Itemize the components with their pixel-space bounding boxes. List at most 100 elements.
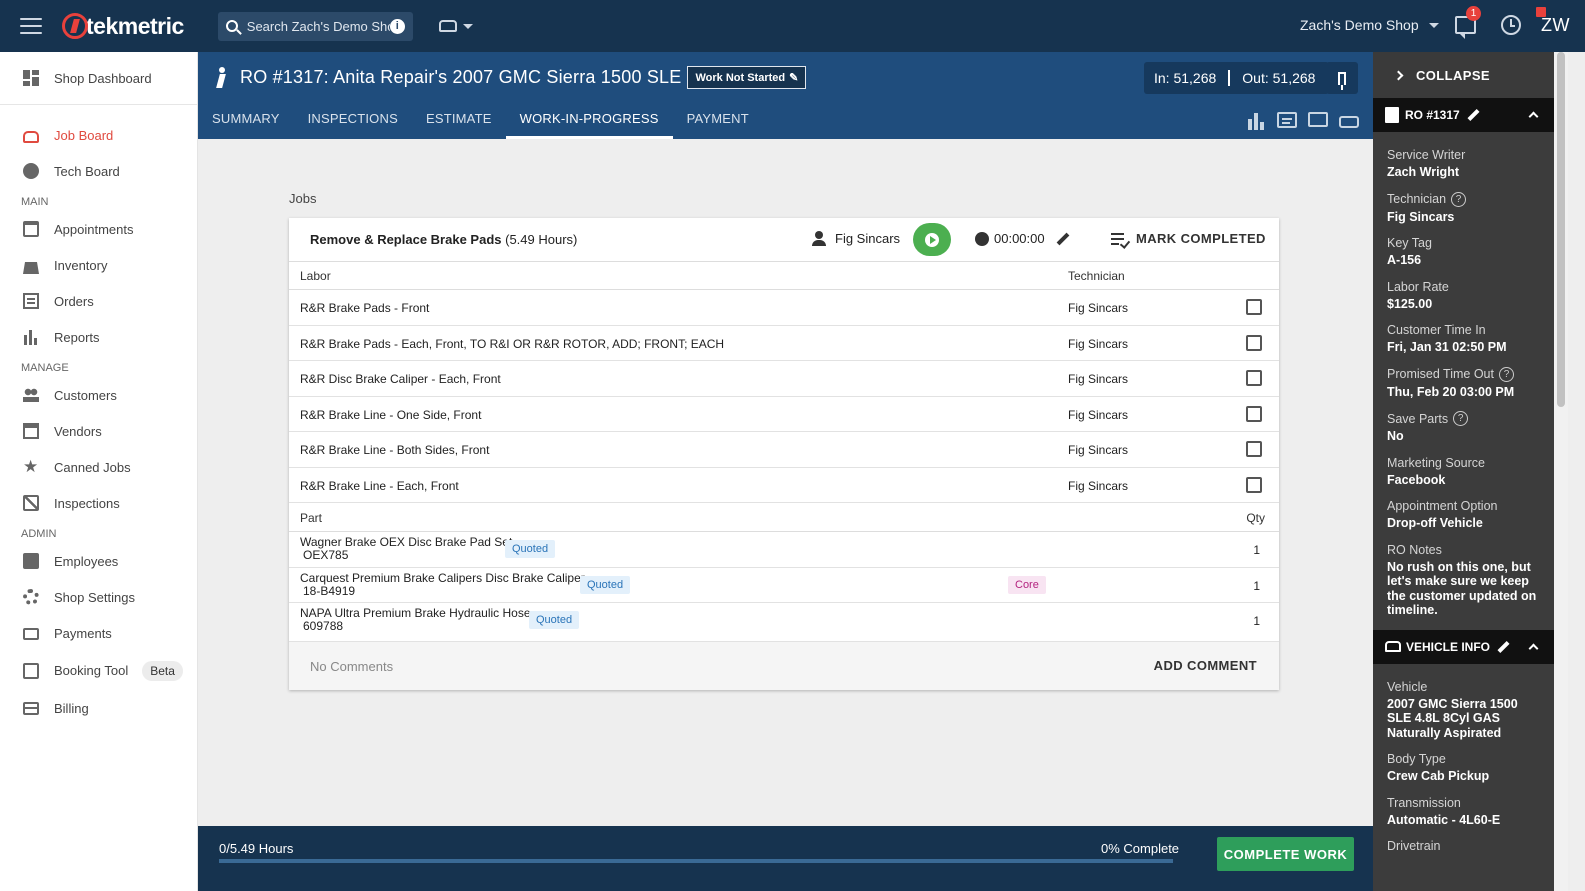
tekmetric-logo[interactable]: tekmetric: [62, 13, 184, 40]
no-comments-text: No Comments: [310, 659, 394, 674]
chat-icon[interactable]: [1277, 112, 1297, 128]
mark-completed-label: MARK COMPLETED: [1136, 231, 1266, 246]
speedometer-icon: [23, 163, 39, 179]
start-timer-button[interactable]: [913, 223, 951, 256]
beta-badge: Beta: [142, 660, 183, 681]
labor-complete-checkbox[interactable]: [1246, 441, 1262, 457]
job-timer: 00:00:00: [975, 231, 1070, 246]
panel-scrollbar[interactable]: [1554, 52, 1568, 891]
mileage-in: In: 51,268: [1154, 70, 1217, 86]
chevron-up-icon[interactable]: [1528, 643, 1539, 653]
labor-technician: Fig Sincars: [1068, 478, 1129, 493]
header-actions: [1246, 112, 1359, 130]
vehicle-info-header[interactable]: VEHICLE INFO: [1373, 629, 1554, 664]
sidebar-item-reports[interactable]: Reports: [0, 319, 197, 355]
field-label: Transmission: [1387, 796, 1540, 810]
sidebar-item-label: Customers: [54, 387, 117, 403]
ro-section-header[interactable]: RO #1317: [1373, 98, 1554, 132]
field-drivetrain: Drivetrain: [1387, 839, 1540, 853]
complete-work-button[interactable]: COMPLETE WORK: [1217, 837, 1354, 871]
labor-complete-checkbox[interactable]: [1246, 405, 1262, 422]
tab-estimate[interactable]: ESTIMATE: [412, 103, 506, 139]
parts-table-header: Part Qty: [289, 503, 1279, 532]
collapse-button[interactable]: COLLAPSE: [1373, 52, 1554, 98]
labor-complete-checkbox[interactable]: [1246, 370, 1262, 386]
part-name: NAPA Ultra Premium Brake Hydraulic Hose …: [300, 607, 531, 633]
section-title-admin: ADMIN: [21, 528, 57, 540]
sidebar-item-job-board[interactable]: Job Board: [0, 117, 197, 153]
sidebar-item-inspections[interactable]: Inspections: [0, 485, 197, 521]
part-number: 609788: [303, 619, 344, 633]
labor-technician: Fig Sincars: [1068, 407, 1129, 422]
sidebar-item-booking-tool[interactable]: Booking Tool Beta: [0, 651, 197, 690]
part-name: Wagner Brake OEX Disc Brake Pad Set OEX7…: [300, 536, 512, 562]
badge-icon: [23, 553, 39, 569]
sidebar-item-vendors[interactable]: Vendors: [0, 413, 197, 449]
technician-selector[interactable]: Fig Sincars: [811, 230, 900, 246]
sidebar-item-appointments[interactable]: Appointments: [0, 211, 197, 247]
scrollbar-thumb[interactable]: [1557, 52, 1565, 407]
pin-button[interactable]: [1326, 62, 1358, 94]
add-comment-button[interactable]: ADD COMMENT: [1154, 658, 1257, 673]
mileage-box[interactable]: In: 51,268 Out: 51,268: [1144, 62, 1330, 94]
sidebar-item-canned-jobs[interactable]: ★ Canned Jobs: [0, 449, 197, 485]
sidebar-item-employees[interactable]: Employees: [0, 543, 197, 579]
job-hours: (5.49 Hours): [505, 232, 578, 247]
tab-payment[interactable]: PAYMENT: [673, 103, 763, 139]
field-value: Fri, Jan 31 02:50 PM: [1387, 340, 1507, 354]
pencil-icon[interactable]: [1497, 640, 1510, 653]
ro-fields: Service Writer Zach Wright Technician? F…: [1373, 132, 1554, 618]
screen-share-icon[interactable]: [1308, 112, 1328, 127]
field-key-tag: Key Tag A-156: [1387, 236, 1540, 268]
help-icon[interactable]: ?: [1451, 191, 1467, 207]
sidebar-item-shop-dashboard[interactable]: Shop Dashboard: [0, 60, 197, 96]
labor-complete-checkbox[interactable]: [1246, 334, 1262, 351]
help-icon[interactable]: ?: [1453, 411, 1469, 426]
search-input[interactable]: Search Zach's Demo Shop i: [217, 11, 413, 41]
labor-description: R&R Brake Line - Each, Front: [300, 478, 459, 493]
field-label-text: Save Parts: [1387, 411, 1449, 426]
help-icon[interactable]: ?: [1498, 366, 1514, 382]
part-qty: 1: [1253, 578, 1260, 593]
tab-summary[interactable]: SUMMARY: [198, 103, 294, 139]
user-avatar[interactable]: ZW: [1541, 15, 1570, 36]
bar-chart-icon[interactable]: [1246, 112, 1266, 130]
stopwatch-icon: [975, 231, 989, 246]
field-transmission: Transmission Automatic - 4L60-E: [1387, 796, 1540, 828]
vehicle-dropdown[interactable]: [438, 20, 473, 32]
quoted-badge: Quoted: [505, 540, 556, 558]
section-title-main: MAIN: [21, 196, 49, 208]
chevron-up-icon[interactable]: [1528, 111, 1539, 122]
work-status-button[interactable]: Work Not Started ✎: [687, 66, 807, 89]
field-label-text: Vehicle: [1387, 679, 1428, 694]
field-save-parts: Save Parts? No: [1387, 411, 1540, 444]
pencil-icon[interactable]: [1467, 108, 1480, 122]
labor-complete-checkbox[interactable]: [1246, 476, 1262, 493]
pencil-icon[interactable]: [1056, 232, 1069, 245]
print-icon[interactable]: [1339, 116, 1359, 128]
job-title: Remove & Replace Brake Pads (5.49 Hours): [310, 232, 577, 247]
tab-inspections[interactable]: INSPECTIONS: [294, 103, 412, 139]
car-icon: [438, 20, 457, 32]
sidebar-item-tech-board[interactable]: Tech Board: [0, 153, 197, 189]
labor-description: R&R Brake Line - Both Sides, Front: [300, 443, 490, 457]
store-icon: [23, 423, 39, 439]
percent-complete-text: 0% Complete: [1101, 841, 1180, 856]
mark-completed-button[interactable]: MARK COMPLETED: [1111, 231, 1266, 246]
shop-selector[interactable]: Zach's Demo Shop: [1300, 17, 1439, 33]
menu-icon[interactable]: [20, 18, 42, 34]
ro-title: RO #1317: Anita Repair's 2007 GMC Sierra…: [240, 67, 682, 87]
tab-work-in-progress[interactable]: WORK-IN-PROGRESS: [505, 103, 673, 139]
labor-complete-checkbox[interactable]: [1246, 299, 1262, 315]
field-label: Service Writer: [1387, 148, 1540, 162]
part-name: Carquest Premium Brake Calipers Disc Bra…: [300, 571, 585, 598]
sidebar-item-payments[interactable]: Payments: [0, 615, 197, 651]
info-icon[interactable]: i: [389, 18, 405, 34]
sidebar-item-customers[interactable]: Customers: [0, 377, 197, 413]
sidebar-item-inventory[interactable]: Inventory: [0, 247, 197, 283]
sidebar-item-shop-settings[interactable]: Shop Settings: [0, 579, 197, 615]
sidebar-item-orders[interactable]: Orders: [0, 283, 197, 319]
sidebar-item-label: Reports: [54, 329, 100, 345]
clock-icon[interactable]: [1501, 15, 1521, 35]
sidebar-item-billing[interactable]: Billing: [0, 690, 197, 726]
